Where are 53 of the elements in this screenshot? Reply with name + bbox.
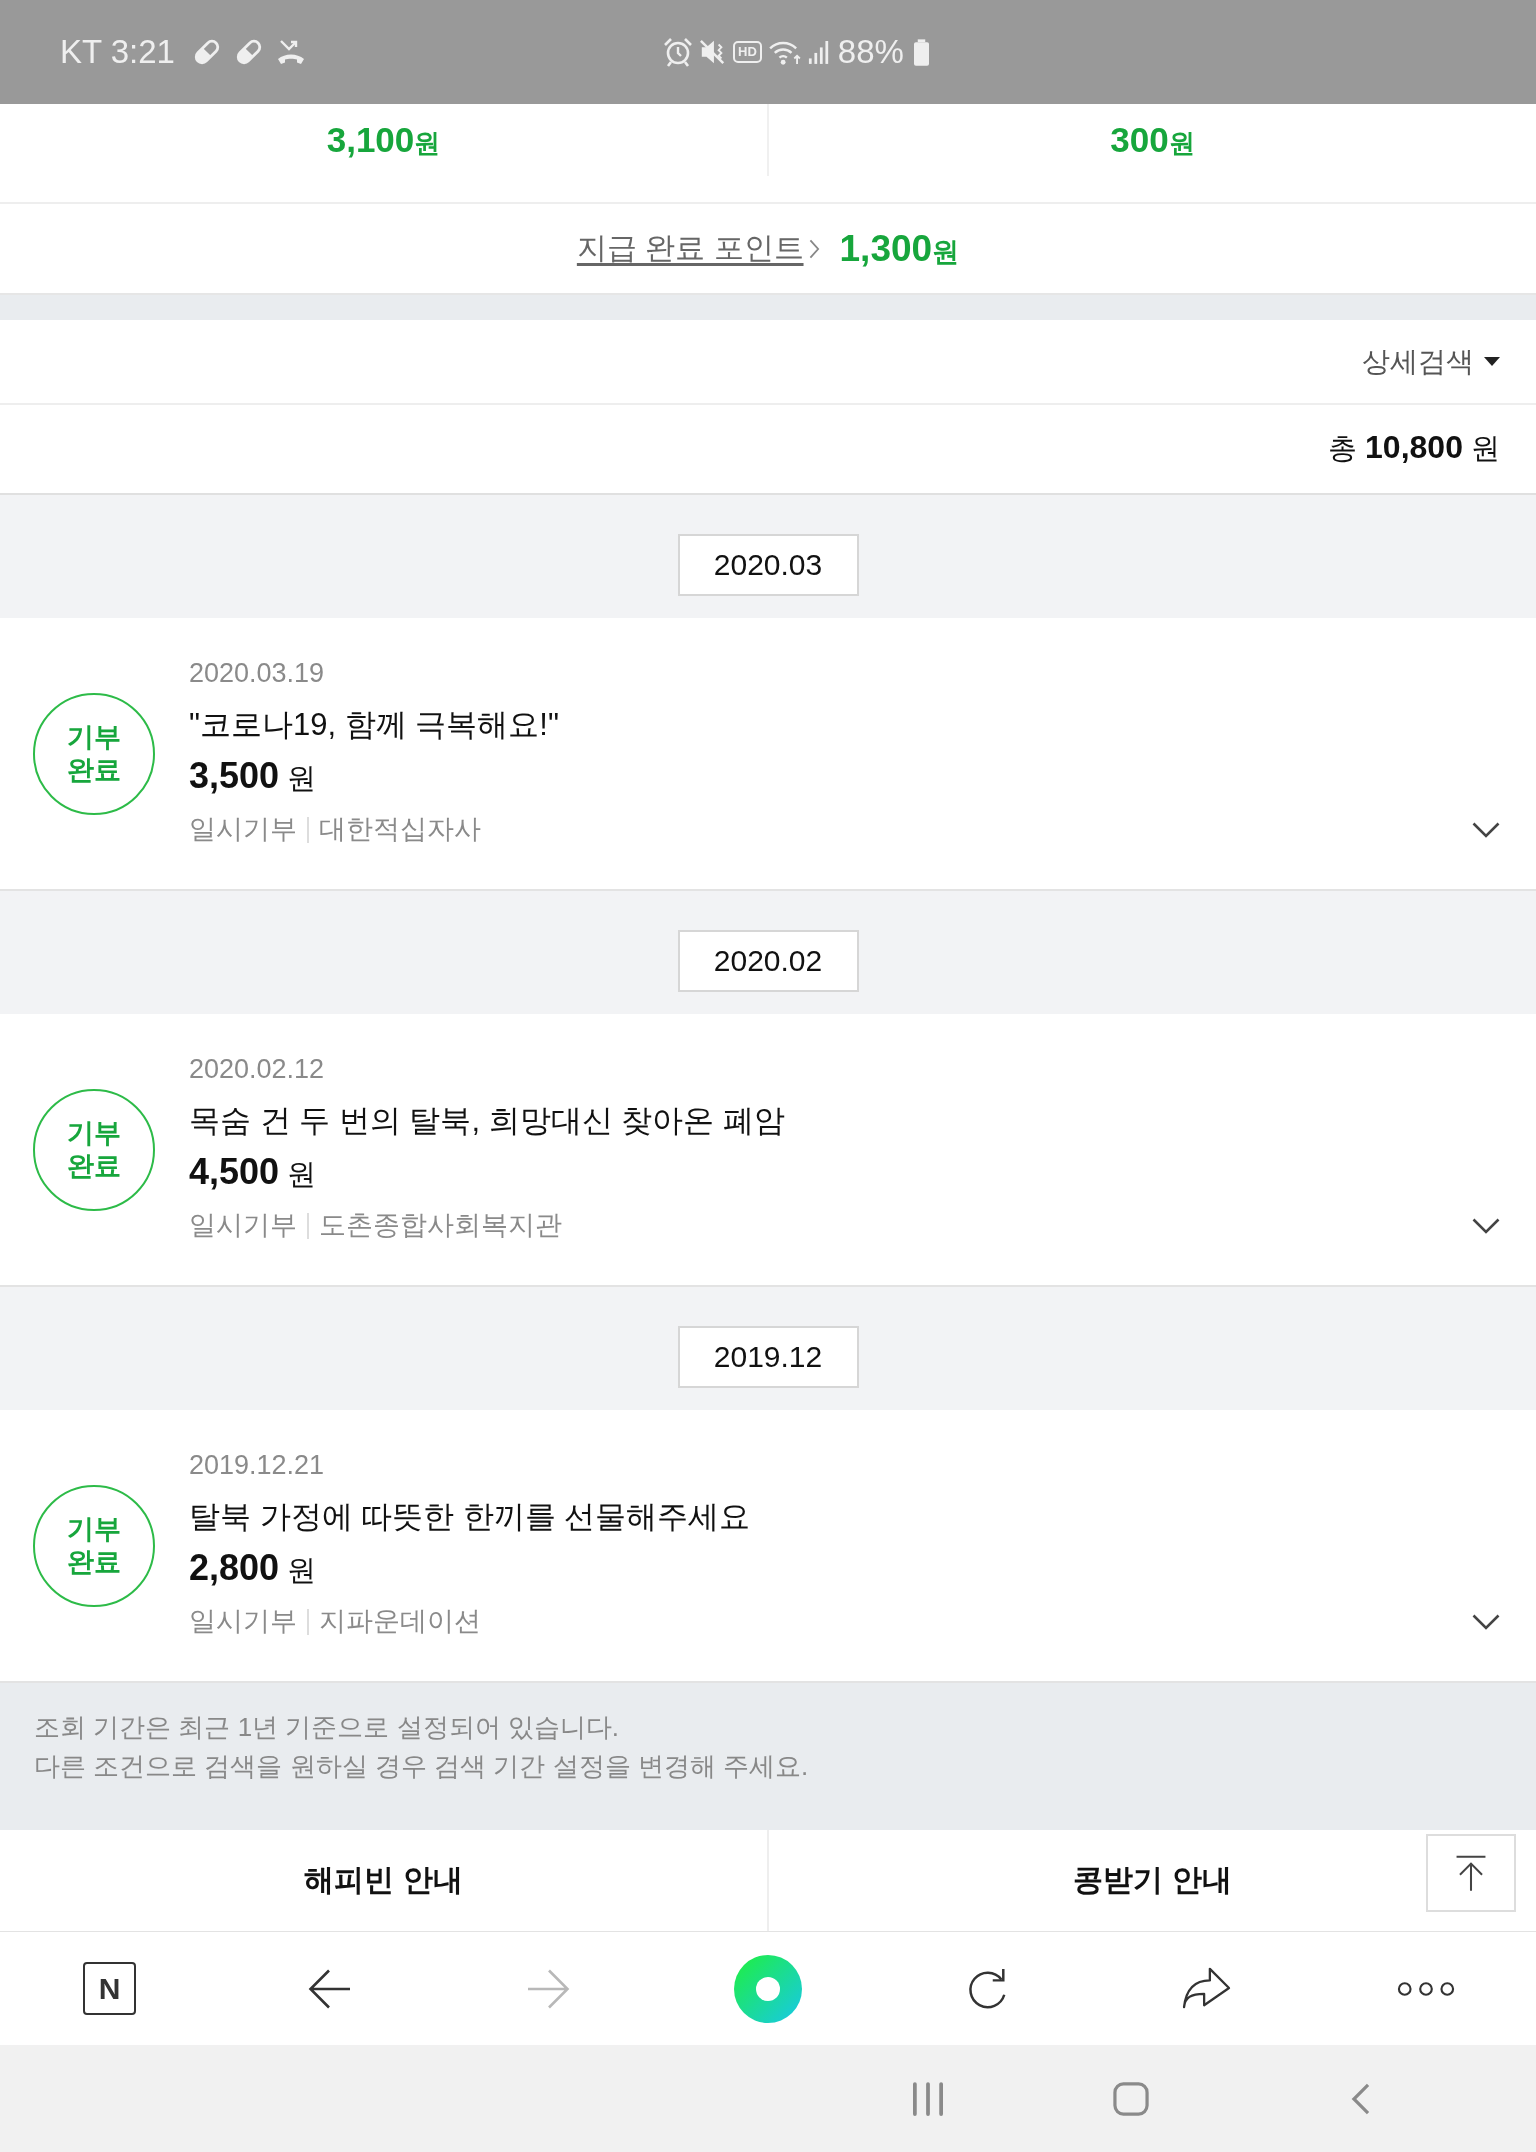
month-label: 2020.03 <box>677 533 859 596</box>
donation-amount: 2,800 원 <box>189 1546 317 1590</box>
donation-type: 일시기부 <box>189 1605 297 1638</box>
signal-icon <box>807 39 830 65</box>
battery-icon <box>913 38 929 66</box>
status-badge: 기부 완료 <box>33 692 155 815</box>
alarm-icon <box>663 37 693 67</box>
month-label: 2019.12 <box>677 1325 859 1388</box>
logo-button[interactable]: N <box>83 1962 137 2015</box>
pill-icon <box>234 38 263 66</box>
hd-indicator: HD <box>733 41 762 63</box>
paid-points-link[interactable]: 지급 완료 포인트 <box>576 228 804 269</box>
status-badge: 기부 완료 <box>33 1088 155 1211</box>
chevron-down-icon[interactable] <box>1472 1218 1500 1234</box>
organization-name: 지파운데이션 <box>319 1605 481 1638</box>
battery-percent: 88% <box>837 33 904 71</box>
month-label: 2020.02 <box>677 929 859 992</box>
donation-date: 2020.02.12 <box>189 1053 325 1086</box>
donation-type: 일시기부 <box>189 813 297 846</box>
total-amount: 총 10,800 원 <box>1328 429 1500 467</box>
donation-amount: 4,500 원 <box>189 1150 317 1194</box>
share-icon[interactable] <box>1180 1966 1233 2011</box>
notice-text: 조회 기간은 최근 1년 기준으로 설정되어 있습니다. <box>34 1711 620 1744</box>
donation-title: 탈북 가정에 따뜻한 한끼를 선물해주세요 <box>189 1498 751 1536</box>
arrow-up-icon[interactable] <box>1454 1854 1488 1892</box>
donation-amount: 3,500 원 <box>189 754 317 798</box>
donation-type: 일시기부 <box>189 1209 297 1242</box>
status-badge: 기부 완료 <box>33 1484 155 1607</box>
donation-date: 2020.03.19 <box>189 657 325 690</box>
scroll-top-button[interactable] <box>1426 1834 1516 1912</box>
organization-name: 대한적십자사 <box>319 813 481 846</box>
point-amount: 3,100원 <box>326 119 441 161</box>
missed-call-icon <box>276 38 305 66</box>
pill-icon <box>192 38 221 66</box>
recent-apps-icon[interactable] <box>913 2081 943 2116</box>
detail-search-button[interactable]: 상세검색 <box>1362 342 1500 381</box>
point-amount: 300원 <box>1110 119 1195 161</box>
paid-points-amount: 1,300원 <box>839 227 960 270</box>
back-icon[interactable] <box>308 1968 351 2009</box>
donation-title: 목숨 건 두 번의 탈북, 희망대신 찾아온 폐암 <box>189 1102 785 1140</box>
mute-icon <box>699 38 727 66</box>
donation-title: "코로나19, 함께 극복해요!" <box>189 706 559 744</box>
wifi-icon <box>767 39 802 65</box>
carrier-time: KT 3:21 <box>60 33 175 71</box>
chevron-down-icon[interactable] <box>1472 1614 1500 1630</box>
more-icon[interactable] <box>1397 1980 1456 1997</box>
chevron-down-icon[interactable] <box>1472 822 1500 838</box>
notice-text: 다른 조건으로 검색을 원하실 경우 검색 기간 설정을 변경해 주세요. <box>34 1750 809 1783</box>
organization-name: 도촌종합사회복지관 <box>319 1209 562 1242</box>
caret-icon[interactable] <box>1484 357 1500 366</box>
home-icon[interactable] <box>1113 2081 1149 2116</box>
donation-date: 2019.12.21 <box>189 1449 325 1482</box>
chevron-right-icon[interactable] <box>808 238 820 259</box>
